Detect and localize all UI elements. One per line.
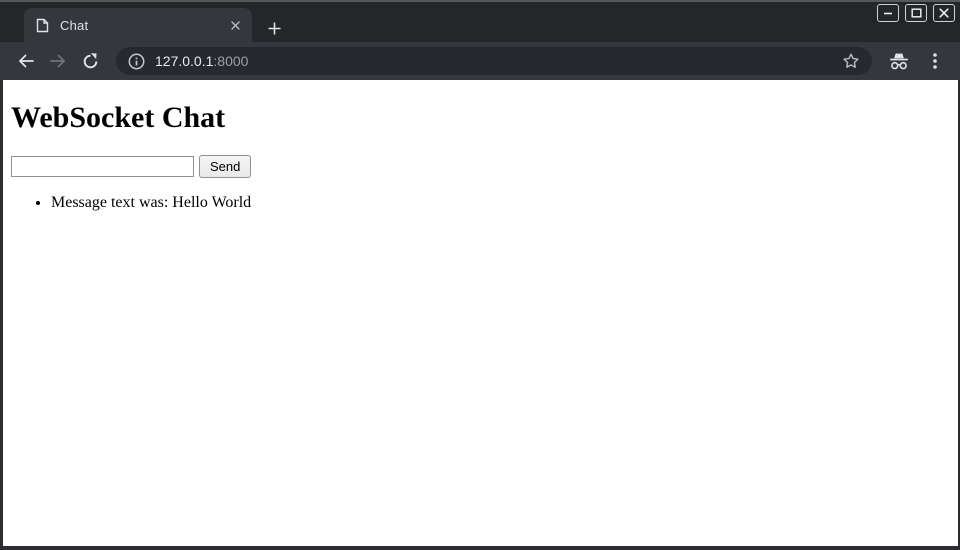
reload-button[interactable] <box>74 45 106 77</box>
message-list: Message text was: Hello World <box>11 194 950 212</box>
url-text[interactable]: 127.0.0.1:8000 <box>155 53 838 69</box>
window-controls <box>877 4 955 22</box>
minimize-button[interactable] <box>877 4 899 22</box>
chat-form: Send <box>11 155 950 178</box>
url-port: :8000 <box>213 53 248 69</box>
close-button[interactable] <box>933 4 955 22</box>
message-item: Message text was: Hello World <box>51 194 950 212</box>
tab-close-icon[interactable] <box>226 16 244 34</box>
bookmark-star-icon[interactable] <box>838 48 864 74</box>
page-favicon-icon <box>34 17 50 33</box>
maximize-button[interactable] <box>905 4 927 22</box>
tab-title: Chat <box>60 18 226 33</box>
message-input[interactable] <box>11 156 194 177</box>
page-content: WebSocket Chat Send Message text was: He… <box>0 80 960 546</box>
incognito-icon <box>882 47 916 75</box>
forward-arrow-icon <box>49 52 67 70</box>
window-bottom-edge <box>0 546 960 550</box>
navigation-toolbar: 127.0.0.1:8000 <box>0 42 960 80</box>
back-arrow-icon <box>17 52 35 70</box>
address-bar[interactable]: 127.0.0.1:8000 <box>116 47 872 75</box>
tab-chat[interactable]: Chat <box>24 8 252 42</box>
site-info-icon[interactable] <box>128 53 145 70</box>
url-host: 127.0.0.1 <box>155 53 213 69</box>
titlebar: Chat <box>0 2 960 42</box>
send-button[interactable]: Send <box>199 155 251 178</box>
browser-menu-icon[interactable] <box>922 48 948 74</box>
new-tab-button[interactable] <box>261 15 287 41</box>
page-title: WebSocket Chat <box>11 101 950 135</box>
browser-window: Chat <box>0 0 960 550</box>
reload-icon <box>82 53 99 70</box>
forward-button[interactable] <box>42 45 74 77</box>
back-button[interactable] <box>10 45 42 77</box>
